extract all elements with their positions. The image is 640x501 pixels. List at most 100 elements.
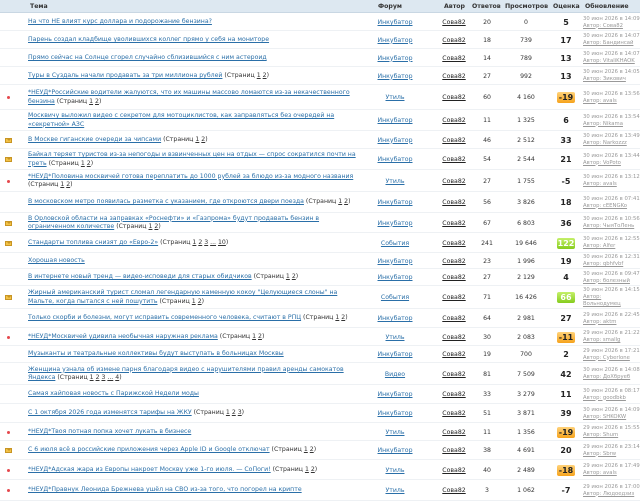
forum-link[interactable]: Инкубатор [360,346,430,363]
author-link[interactable]: Сова82 [432,480,476,501]
forum-link[interactable]: Инкубатор [360,269,430,286]
topic-title-link[interactable]: Прямо сейчас на Солнце сгорел случайно с… [28,54,267,61]
last-author-link[interactable]: Автор: avals [583,181,617,187]
page-link[interactable]: 3 [204,239,208,246]
page-link[interactable]: 1 [226,409,230,416]
author-link[interactable]: Сова82 [432,233,476,253]
topic-title-link[interactable]: На что НЕ влият курс доллара и подорожан… [28,18,212,25]
page-link[interactable]: 10 [218,239,226,246]
page-link[interactable]: 1 [257,72,261,79]
topic-title-link[interactable]: *НЕУД*Адская жара из Европы накроет Моск… [28,466,271,473]
header-author[interactable]: Автор [444,3,465,10]
topic-title-link[interactable]: В Москве гиганские очереди за чипсами [28,136,161,143]
page-link[interactable]: 1 [195,136,199,143]
topic-title-link[interactable]: В Орловской области на заправках «Роснеф… [28,215,319,230]
forum-link[interactable]: Инкубатор [360,441,430,460]
forum-link[interactable]: Утиль [360,460,430,480]
topic-title-link[interactable]: Парень создал кладбище уволившихся колле… [28,36,269,43]
page-link[interactable]: 2 [198,239,202,246]
forum-link[interactable]: Инкубатор [360,131,430,149]
author-link[interactable]: Сова82 [432,170,476,192]
author-link[interactable]: Сова82 [432,49,476,67]
page-link[interactable]: 1 [192,239,196,246]
topic-title-link[interactable]: *НЕУД*Правнук Леонида Брежнева ушёл на С… [28,486,302,493]
forum-link[interactable]: Инкубатор [360,31,430,49]
page-link[interactable]: 2 [232,409,236,416]
author-link[interactable]: Сова82 [432,404,476,423]
page-link[interactable]: 1 [304,446,308,453]
topic-title-link[interactable]: Москвичу выложил видео с секретом для мо… [28,112,334,127]
forum-link[interactable]: Утиль [360,480,430,501]
page-link[interactable]: 1 [192,298,196,305]
last-author-link[interactable]: Автор: Sbrw [583,451,616,457]
last-author-link[interactable]: Автор: Cyberlone [583,355,630,361]
last-author-link[interactable]: Автор: ДоХбруеб [583,374,630,380]
last-author-link[interactable]: Автор: болезный [583,278,630,284]
author-link[interactable]: Сова82 [432,14,476,31]
author-link[interactable]: Сова82 [432,423,476,441]
last-author-link[interactable]: Автор: Narkozzz [583,140,627,146]
topic-title-link[interactable]: *НЕУД*Половина москвичей готова переплат… [28,173,353,180]
last-author-link[interactable]: Автор: avals [583,98,617,104]
forum-link[interactable]: Инкубатор [360,404,430,423]
header-views[interactable]: Просмотров [505,3,548,10]
author-link[interactable]: Сова82 [432,309,476,328]
author-link[interactable]: Сова82 [432,328,476,346]
page-link[interactable]: 1 [286,273,290,280]
last-author-link[interactable]: Автор: Nikama [583,121,623,127]
forum-link[interactable]: Утиль [360,423,430,441]
forum-link[interactable]: Утиль [360,85,430,110]
page-link[interactable]: 1 [149,223,153,230]
forum-link[interactable]: События [360,286,430,309]
author-link[interactable]: Сова82 [432,363,476,385]
page-link[interactable]: 1 [89,98,93,105]
last-author-link[interactable]: Автор: Зикович [583,76,626,82]
page-link[interactable]: 1 [90,374,94,381]
page-link[interactable]: 1 [252,333,256,340]
forum-link[interactable]: Инкубатор [360,149,430,170]
last-author-link[interactable]: Автор: Вольнодумец [583,294,621,307]
last-author-link[interactable]: Автор: Сова82 [583,23,623,29]
author-link[interactable]: Сова82 [432,31,476,49]
last-author-link[interactable]: Автор: VitaliKHAOK [583,58,635,64]
page-link[interactable]: 1 [338,198,342,205]
page-link[interactable]: 3 [101,374,105,381]
page-link[interactable]: 2 [96,374,100,381]
forum-link[interactable]: Утиль [360,170,430,192]
topic-title-link[interactable]: С 1 октября 2026 года изменятся тарифы н… [28,409,192,416]
last-author-link[interactable]: Автор: smallg [583,337,620,343]
author-link[interactable]: Сова82 [432,192,476,213]
author-link[interactable]: Сова82 [432,110,476,131]
topic-title-link[interactable]: Стандарты топлива снизят до «Евро-2» [28,239,158,246]
header-updated[interactable]: Обновление [585,3,629,10]
author-link[interactable]: Сова82 [432,85,476,110]
last-author-link[interactable]: Автор: SHKOKW [583,414,626,420]
author-link[interactable]: Сова82 [432,269,476,286]
forum-link[interactable]: Инкубатор [360,14,430,31]
last-author-link[interactable]: Автор: Бандинсай [583,40,633,46]
last-author-link[interactable]: Автор: Людоедзиз [583,491,634,497]
topic-title-link[interactable]: *НЕУД*Твоя потная попка хочет лукать в б… [28,428,191,435]
forum-link[interactable]: Инкубатор [360,385,430,404]
header-topic[interactable]: Тема [30,3,48,10]
last-author-link[interactable]: Автор: ЧыяТоЛень [583,223,634,229]
topic-title-link[interactable]: Только скорби и болезни, могут исправить… [28,314,301,321]
author-link[interactable]: Сова82 [432,385,476,404]
page-link[interactable]: 1 [60,181,64,188]
last-author-link[interactable]: Автор: Alfer [583,243,615,249]
author-link[interactable]: Сова82 [432,346,476,363]
author-link[interactable]: Сова82 [432,149,476,170]
author-link[interactable]: Сова82 [432,460,476,480]
forum-link[interactable]: Инкубатор [360,309,430,328]
forum-link[interactable]: События [360,233,430,253]
topic-title-link[interactable]: В московском метро появилась разметка с … [28,198,304,205]
forum-link[interactable]: Инкубатор [360,67,430,85]
topic-title-link[interactable]: Туры в Суздаль начали продавать за три м… [28,72,222,79]
forum-link[interactable]: Инкубатор [360,192,430,213]
topic-title-link[interactable]: Музыканты и театральные коллективы будут… [28,350,284,357]
last-author-link[interactable]: Автор: aktm [583,319,616,325]
last-author-link[interactable]: Автор: avals [583,470,617,476]
forum-link[interactable]: Инкубатор [360,213,430,233]
header-replies[interactable]: Ответов [472,3,501,10]
page-link[interactable]: 1 [81,160,85,167]
